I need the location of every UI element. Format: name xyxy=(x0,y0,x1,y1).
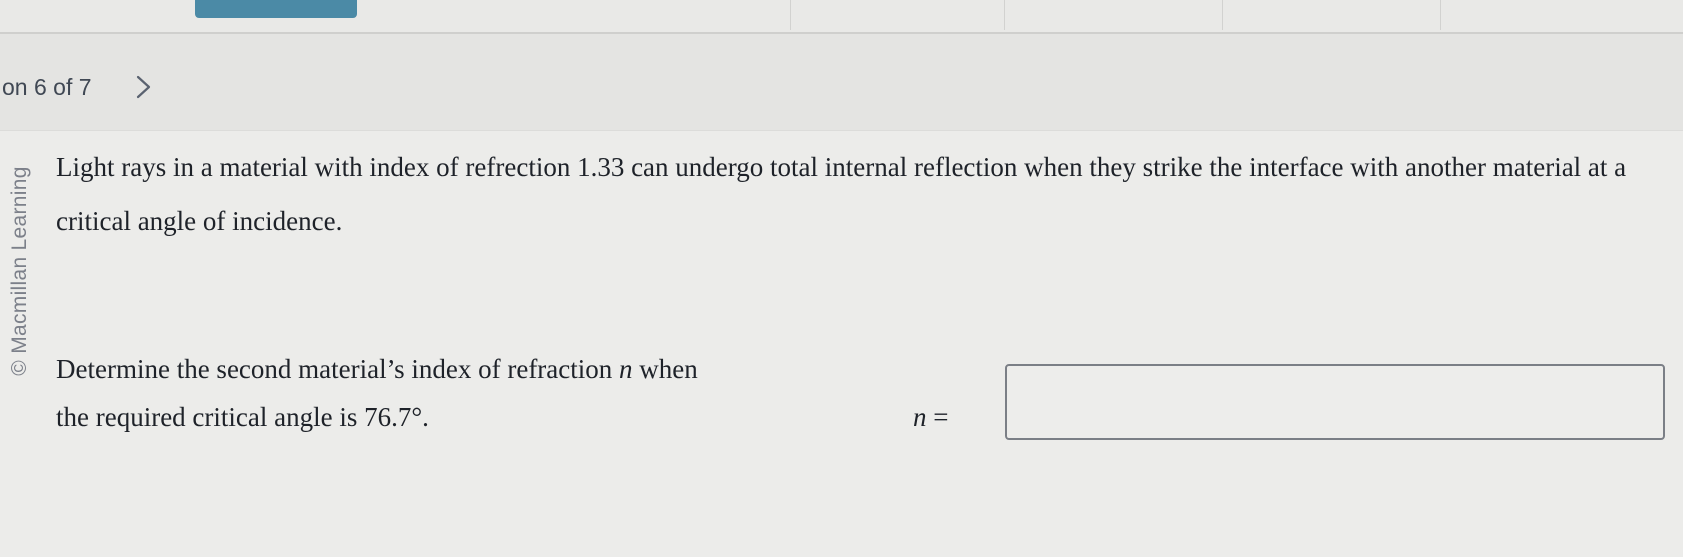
answer-variable: n xyxy=(913,402,927,432)
question-navigation-bar xyxy=(0,34,1683,130)
chevron-right-icon[interactable] xyxy=(133,74,155,100)
question-text-start: Determine the second material’s index of… xyxy=(56,354,620,384)
answer-label: n = xyxy=(913,402,948,433)
toolbar-divider xyxy=(1004,0,1005,30)
top-toolbar xyxy=(0,0,1683,34)
question-counter: on 6 of 7 xyxy=(2,74,92,100)
question-prompt: Determine the second material’s index of… xyxy=(56,345,856,441)
top-tab[interactable] xyxy=(195,0,357,18)
question-text-end: when xyxy=(632,354,698,384)
toolbar-divider xyxy=(1222,0,1223,30)
toolbar-divider xyxy=(790,0,791,30)
answer-input[interactable] xyxy=(1005,364,1665,440)
problem-statement: Light rays in a material with index of r… xyxy=(56,152,1627,236)
question-line-2: the required critical angle is 76.7°. xyxy=(56,402,429,432)
question-line-1: Determine the second material’s index of… xyxy=(56,345,856,393)
copyright-watermark: © Macmillan Learning xyxy=(4,131,36,411)
question-variable: n xyxy=(619,354,633,384)
watermark-text: © Macmillan Learning xyxy=(8,166,31,376)
answer-equals: = xyxy=(926,402,949,432)
toolbar-divider xyxy=(1440,0,1441,30)
